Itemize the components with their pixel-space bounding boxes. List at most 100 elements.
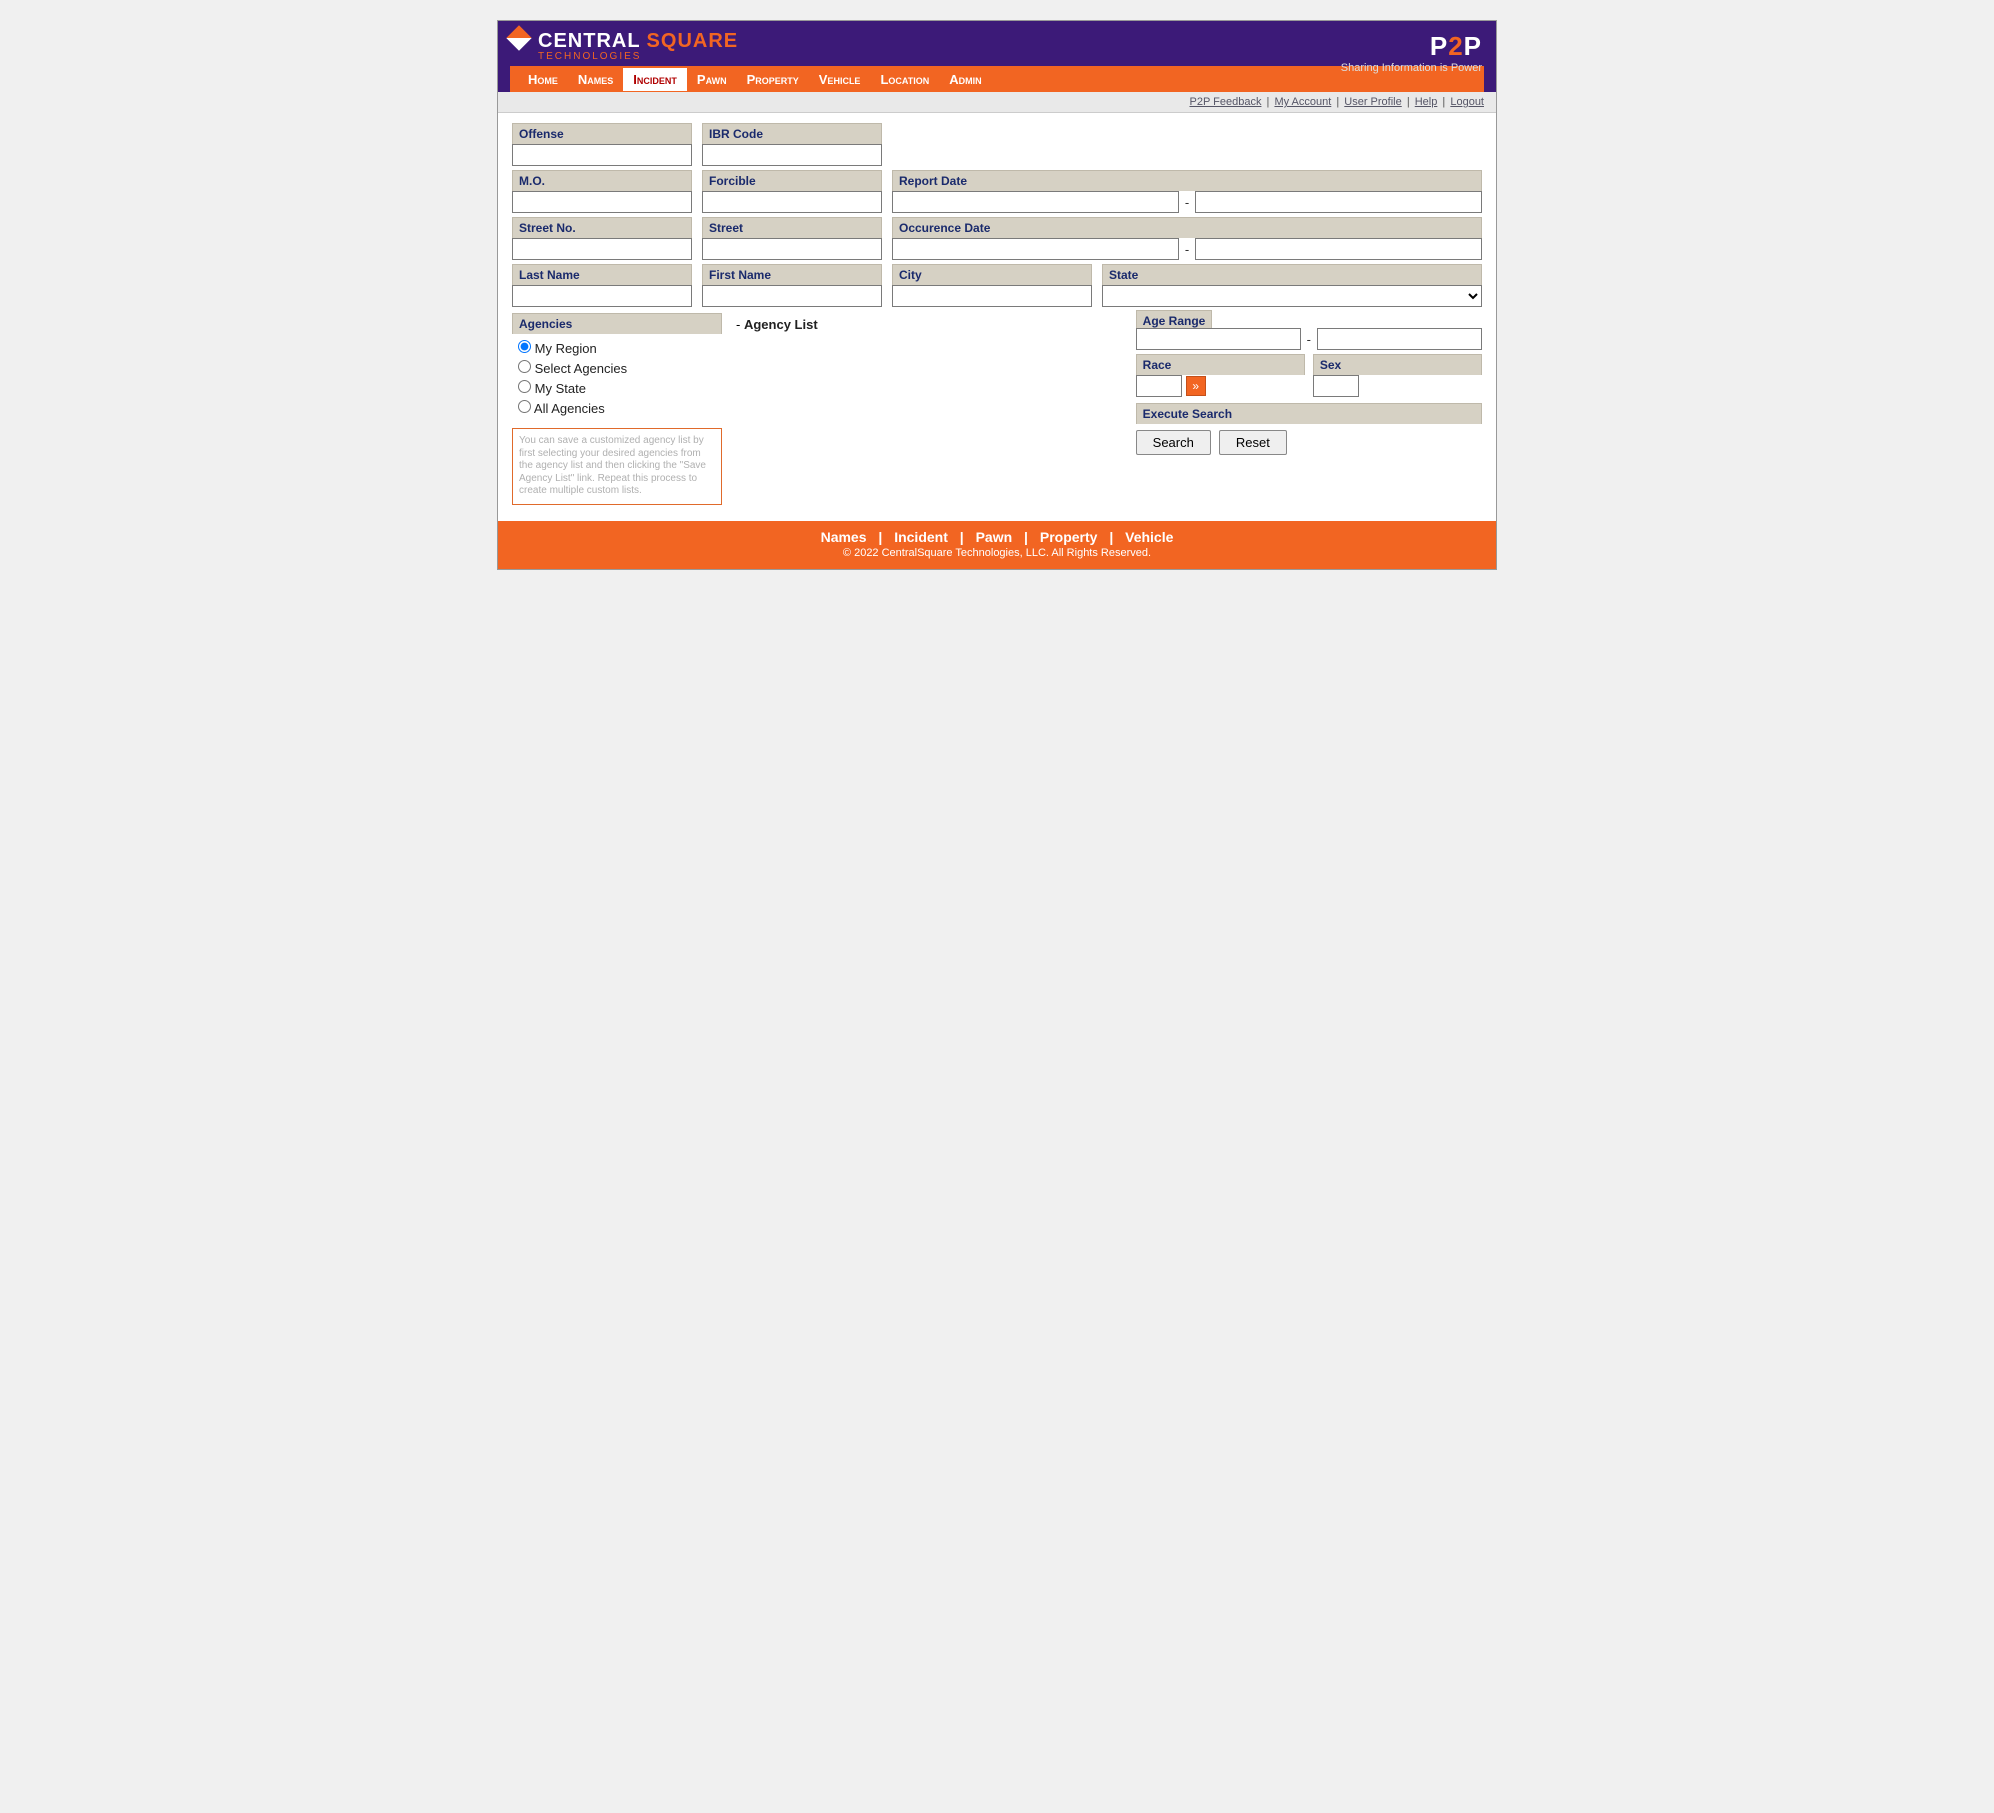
utility-links: P2P Feedback | My Account | User Profile… xyxy=(498,92,1496,113)
street-input[interactable] xyxy=(702,238,882,260)
main-navbar: Home Names Incident Pawn Property Vehicl… xyxy=(510,66,1484,92)
age-from-input[interactable] xyxy=(1136,328,1301,350)
label-street-no: Street No. xyxy=(512,217,692,238)
link-my-account[interactable]: My Account xyxy=(1274,96,1331,108)
agencies-radio-group: My Region Select Agencies My State All A… xyxy=(512,334,722,422)
tab-names[interactable]: Names xyxy=(568,68,623,91)
label-agencies: Agencies xyxy=(512,313,722,334)
label-city: City xyxy=(892,264,1092,285)
link-user-profile[interactable]: User Profile xyxy=(1344,96,1401,108)
radio-all-agencies-input[interactable] xyxy=(518,400,531,413)
dash: - xyxy=(736,317,740,332)
label-execute-search: Execute Search xyxy=(1136,403,1482,424)
ibr-code-input[interactable] xyxy=(702,144,882,166)
label-last-name: Last Name xyxy=(512,264,692,285)
footer-link-incident[interactable]: Incident xyxy=(894,529,948,545)
label-race: Race xyxy=(1136,354,1305,375)
link-feedback[interactable]: P2P Feedback xyxy=(1189,96,1261,108)
label-street: Street xyxy=(702,217,882,238)
tab-pawn[interactable]: Pawn xyxy=(687,68,737,91)
city-input[interactable] xyxy=(892,285,1092,307)
brand: CENTRAL SQUARE xyxy=(510,29,1484,53)
radio-all-agencies[interactable]: All Agencies xyxy=(518,398,716,418)
sep: | xyxy=(1024,529,1032,545)
reset-button[interactable]: Reset xyxy=(1219,430,1287,455)
sep: | xyxy=(878,529,886,545)
chevron-right-icon: » xyxy=(1192,379,1199,393)
app-window: CENTRALSQUARE TECHNOLOGIES P2P Sharing I… xyxy=(497,20,1497,570)
sep: | xyxy=(960,529,968,545)
brand-name-2: SQUARE xyxy=(647,30,739,53)
p2p-branding: P2P Sharing Information is Power xyxy=(1341,31,1482,74)
brand-logo-icon xyxy=(506,25,531,50)
age-to-input[interactable] xyxy=(1317,328,1482,350)
label-forcible: Forcible xyxy=(702,170,882,191)
label-state: State xyxy=(1102,264,1482,285)
search-button[interactable]: Search xyxy=(1136,430,1211,455)
label-sex: Sex xyxy=(1313,354,1482,375)
footer-link-property[interactable]: Property xyxy=(1040,529,1098,545)
tab-property[interactable]: Property xyxy=(737,68,809,91)
dash: - xyxy=(1183,242,1191,257)
sex-input[interactable] xyxy=(1313,375,1359,397)
label-mo: M.O. xyxy=(512,170,692,191)
forcible-input[interactable] xyxy=(702,191,882,213)
sep: | xyxy=(1109,529,1117,545)
link-help[interactable]: Help xyxy=(1415,96,1438,108)
footer-links: Names | Incident | Pawn | Property | Veh… xyxy=(498,521,1496,547)
first-name-input[interactable] xyxy=(702,285,882,307)
report-date-to-input[interactable] xyxy=(1195,191,1482,213)
agency-tip-box: You can save a customized agency list by… xyxy=(512,428,722,505)
race-input[interactable] xyxy=(1136,375,1182,397)
radio-my-state-input[interactable] xyxy=(518,380,531,393)
state-select[interactable] xyxy=(1102,285,1482,307)
tab-vehicle[interactable]: Vehicle xyxy=(809,68,871,91)
footer-copyright: © 2022 CentralSquare Technologies, LLC. … xyxy=(498,547,1496,569)
p2p-tagline: Sharing Information is Power xyxy=(1341,62,1482,74)
occurence-date-to-input[interactable] xyxy=(1195,238,1482,260)
radio-all-agencies-label: All Agencies xyxy=(534,401,605,416)
sep: | xyxy=(1442,96,1448,108)
radio-select-agencies-label: Select Agencies xyxy=(535,361,628,376)
radio-my-state[interactable]: My State xyxy=(518,378,716,398)
dash: - xyxy=(1305,332,1313,347)
link-logout[interactable]: Logout xyxy=(1450,96,1484,108)
brand-name-1: CENTRAL xyxy=(538,30,641,53)
label-report-date: Report Date xyxy=(892,170,1482,191)
tab-location[interactable]: Location xyxy=(870,68,939,91)
tab-admin[interactable]: Admin xyxy=(939,68,991,91)
tab-incident[interactable]: Incident xyxy=(623,68,687,91)
sep: | xyxy=(1267,96,1273,108)
tab-home[interactable]: Home xyxy=(518,68,568,91)
dash: - xyxy=(1183,195,1191,210)
radio-my-region-input[interactable] xyxy=(518,340,531,353)
sep: | xyxy=(1407,96,1413,108)
label-offense: Offense xyxy=(512,123,692,144)
mo-input[interactable] xyxy=(512,191,692,213)
radio-my-region-label: My Region xyxy=(535,341,597,356)
report-date-from-input[interactable] xyxy=(892,191,1179,213)
p2p-logo: P2P xyxy=(1341,31,1482,62)
label-occurence-date: Occurence Date xyxy=(892,217,1482,238)
p2p-2: 2 xyxy=(1448,31,1463,61)
radio-my-region[interactable]: My Region xyxy=(518,338,716,358)
label-first-name: First Name xyxy=(702,264,882,285)
radio-select-agencies-input[interactable] xyxy=(518,360,531,373)
radio-select-agencies[interactable]: Select Agencies xyxy=(518,358,716,378)
race-lookup-button[interactable]: » xyxy=(1186,376,1206,396)
radio-my-state-label: My State xyxy=(535,381,586,396)
footer-link-names[interactable]: Names xyxy=(821,529,867,545)
sep: | xyxy=(1336,96,1342,108)
p2p-p2: P xyxy=(1464,31,1482,61)
footer-link-vehicle[interactable]: Vehicle xyxy=(1125,529,1173,545)
occurence-date-from-input[interactable] xyxy=(892,238,1179,260)
offense-input[interactable] xyxy=(512,144,692,166)
street-no-input[interactable] xyxy=(512,238,692,260)
last-name-input[interactable] xyxy=(512,285,692,307)
p2p-p1: P xyxy=(1430,31,1448,61)
label-agency-list: Agency List xyxy=(744,317,818,332)
footer-link-pawn[interactable]: Pawn xyxy=(976,529,1013,545)
search-form: Offense IBR Code M.O. Forcible Report Da… xyxy=(498,113,1496,521)
label-ibr: IBR Code xyxy=(702,123,882,144)
header: CENTRALSQUARE TECHNOLOGIES P2P Sharing I… xyxy=(498,21,1496,92)
